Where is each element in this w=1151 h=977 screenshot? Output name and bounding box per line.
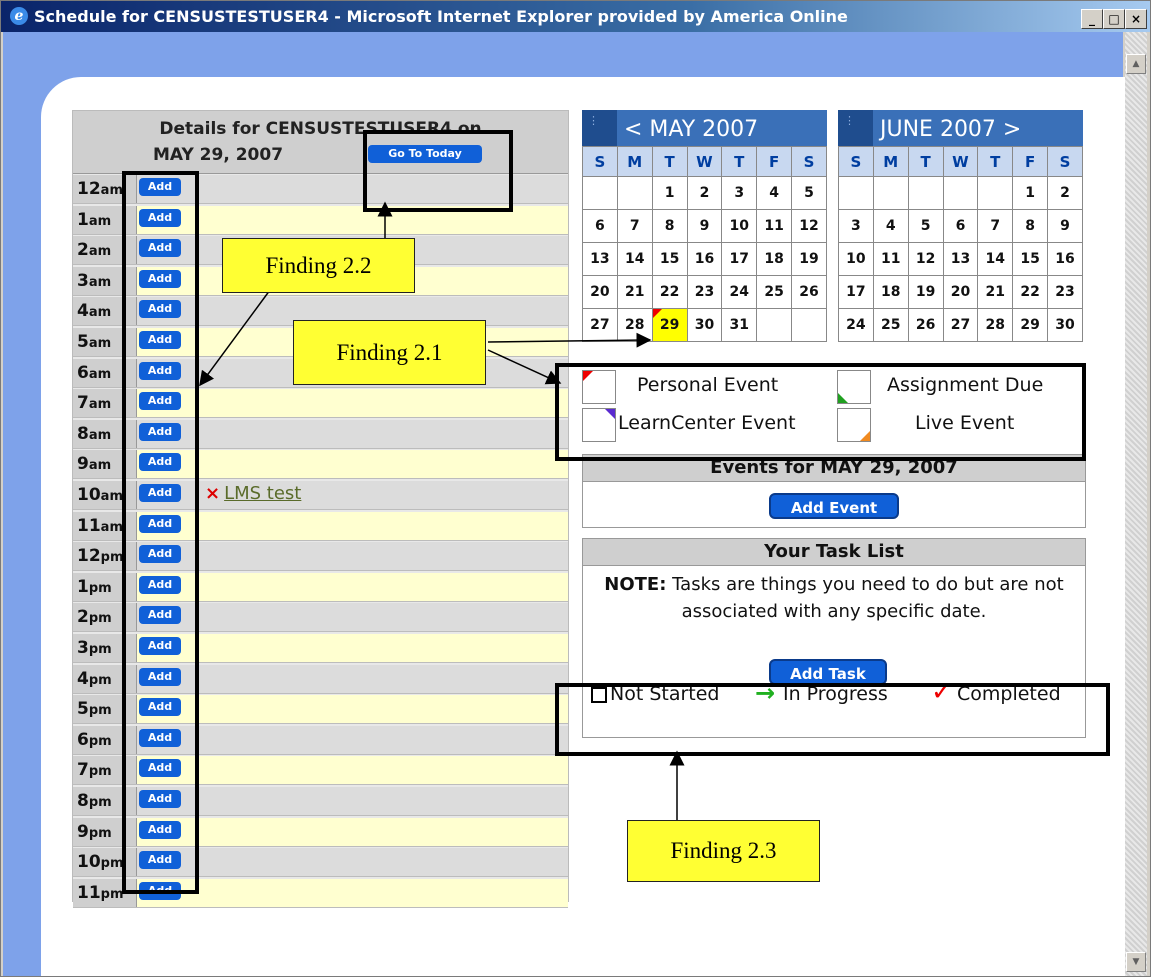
callout-finding-2-1: Finding 2.1	[293, 320, 486, 385]
callout-finding-2-2: Finding 2.2	[222, 238, 415, 293]
annotation-arrows	[199, 201, 685, 820]
callout-finding-2-3: Finding 2.3	[627, 820, 820, 882]
